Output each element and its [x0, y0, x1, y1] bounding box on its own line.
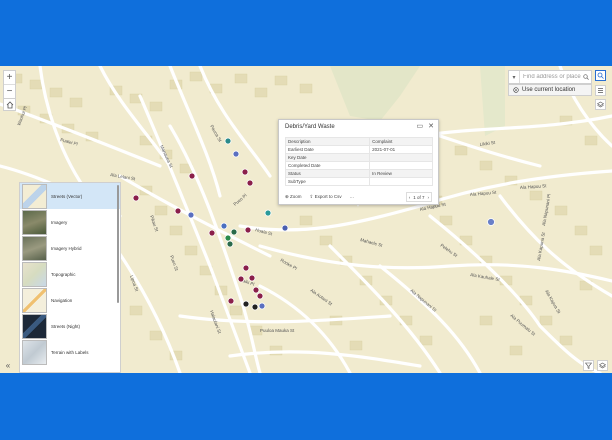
basemap-thumbnail: [22, 183, 47, 209]
close-icon[interactable]: ✕: [428, 122, 434, 130]
map-view[interactable]: Likiki St Ala Hapuu St Ala Hapuu St Ala …: [0, 66, 612, 373]
popup-title: Debris/Yard Waste: [285, 124, 335, 130]
use-current-location-option[interactable]: Use current location: [508, 84, 592, 96]
incident-point: [244, 226, 252, 234]
chevron-down-icon[interactable]: ▾: [509, 71, 520, 83]
basemap-thumbnail: [22, 339, 47, 365]
incident-point: [258, 302, 266, 310]
layers-button[interactable]: [595, 99, 606, 110]
incident-point: [230, 228, 238, 236]
basemap-thumbnail: [22, 209, 47, 235]
basemap-item-streets-night[interactable]: Streets (Night): [20, 313, 120, 339]
table-row: SubType: [284, 177, 433, 186]
incident-point: [188, 172, 196, 180]
search-icon[interactable]: [581, 74, 591, 80]
basemap-item-imagery[interactable]: Imagery: [20, 209, 120, 235]
incident-point: [242, 264, 250, 272]
dock-icon[interactable]: ▭: [417, 122, 424, 130]
basemap-label: Imagery: [51, 219, 68, 225]
basemap-label: Topographic: [51, 271, 76, 277]
page-indicator: 1 of 7: [413, 194, 425, 200]
expand-search-button[interactable]: [595, 70, 606, 81]
incident-point: [241, 168, 249, 176]
zoom-to-action[interactable]: ⊕ Zoom: [285, 194, 302, 200]
incident-point: [187, 211, 195, 219]
incident-point: [252, 286, 260, 294]
basemap-item-navigation[interactable]: Navigation: [20, 287, 120, 313]
incident-point: [281, 224, 289, 232]
basemap-item-terrain-labels[interactable]: Terrain with Labels: [20, 339, 120, 365]
basemap-label: Imagery Hybrid: [51, 245, 82, 251]
table-row: Key Date: [284, 153, 433, 162]
street-label: Puuloa Mauka St: [260, 328, 295, 333]
chevron-right-icon[interactable]: ›: [428, 195, 430, 200]
basemap-item-imagery-hybrid[interactable]: Imagery Hybrid: [20, 235, 120, 261]
incident-point: [174, 207, 182, 215]
basemap-thumbnail: [22, 261, 47, 287]
collapse-panel-button[interactable]: «: [3, 360, 13, 370]
list-icon: [598, 88, 603, 93]
use-location-label: Use current location: [522, 87, 576, 93]
incident-point: [227, 297, 235, 305]
basemap-label: Streets (Vector): [51, 193, 83, 199]
layers-icon: [597, 101, 604, 108]
export-csv-label: Export to Csv: [314, 194, 342, 199]
zoom-to-label: Zoom: [290, 194, 302, 199]
incident-point: [256, 292, 264, 300]
incident-point: [224, 137, 232, 145]
incident-point: [237, 275, 245, 283]
home-button[interactable]: [3, 98, 16, 111]
more-actions-button[interactable]: ···: [350, 195, 355, 200]
table-row: Description Complaint: [284, 137, 433, 146]
incident-point: [487, 218, 495, 226]
incident-point: [242, 300, 250, 308]
home-icon: [6, 100, 13, 108]
zoom-in-button[interactable]: +: [4, 71, 15, 84]
stack-icon: [599, 362, 606, 369]
incident-point: [226, 240, 234, 248]
search-icon: [597, 72, 604, 79]
basemap-label: Navigation: [51, 297, 73, 303]
layer-list-button[interactable]: [597, 360, 608, 371]
incident-point: [251, 303, 259, 311]
zoom-out-button[interactable]: −: [4, 84, 15, 98]
search-input[interactable]: Find address or place: [520, 74, 581, 80]
basemap-thumbnail: [22, 287, 47, 313]
export-csv-action[interactable]: ⇪ Export to Csv: [310, 194, 342, 200]
table-row: Completed Date: [284, 161, 433, 170]
incident-point: [224, 234, 232, 242]
popup-attributes-table: Description Complaint Earliest Date 2021-0…: [284, 137, 433, 186]
basemap-thumbnail: [22, 313, 47, 339]
search-widget[interactable]: ▾ Find address or place: [508, 70, 592, 84]
locate-icon: [513, 87, 519, 93]
filter-icon: [585, 362, 592, 369]
double-chevron-left-icon: «: [5, 360, 11, 370]
feature-popup: Debris/Yard Waste ▭ ✕ Description Complai…: [278, 119, 439, 205]
incident-point: [220, 222, 228, 230]
incident-point: [208, 229, 216, 237]
basemap-item-streets-vector[interactable]: Streets (Vector): [20, 183, 120, 209]
basemap-label: Streets (Night): [51, 323, 81, 329]
filter-button[interactable]: [583, 360, 594, 371]
popup-pager: ‹ 1 of 7 ›: [405, 192, 432, 202]
scrollbar[interactable]: [117, 185, 119, 303]
incident-point: [248, 274, 256, 282]
basemap-label: Terrain with Labels: [51, 349, 89, 355]
incident-point: [246, 179, 254, 187]
table-row: Status In Review: [284, 169, 433, 178]
zoom-controls: + −: [3, 70, 16, 99]
list-button[interactable]: [595, 85, 606, 96]
incident-point: [264, 209, 272, 217]
basemap-gallery: Streets (Vector) Imagery Imagery Hybrid …: [19, 182, 121, 373]
chevron-left-icon[interactable]: ‹: [409, 195, 411, 200]
basemap-thumbnail: [22, 235, 47, 261]
incident-point: [132, 194, 140, 202]
table-row: Earliest Date 2021-07-01: [284, 145, 433, 154]
basemap-item-topographic[interactable]: Topographic: [20, 261, 120, 287]
incident-point: [232, 150, 240, 158]
